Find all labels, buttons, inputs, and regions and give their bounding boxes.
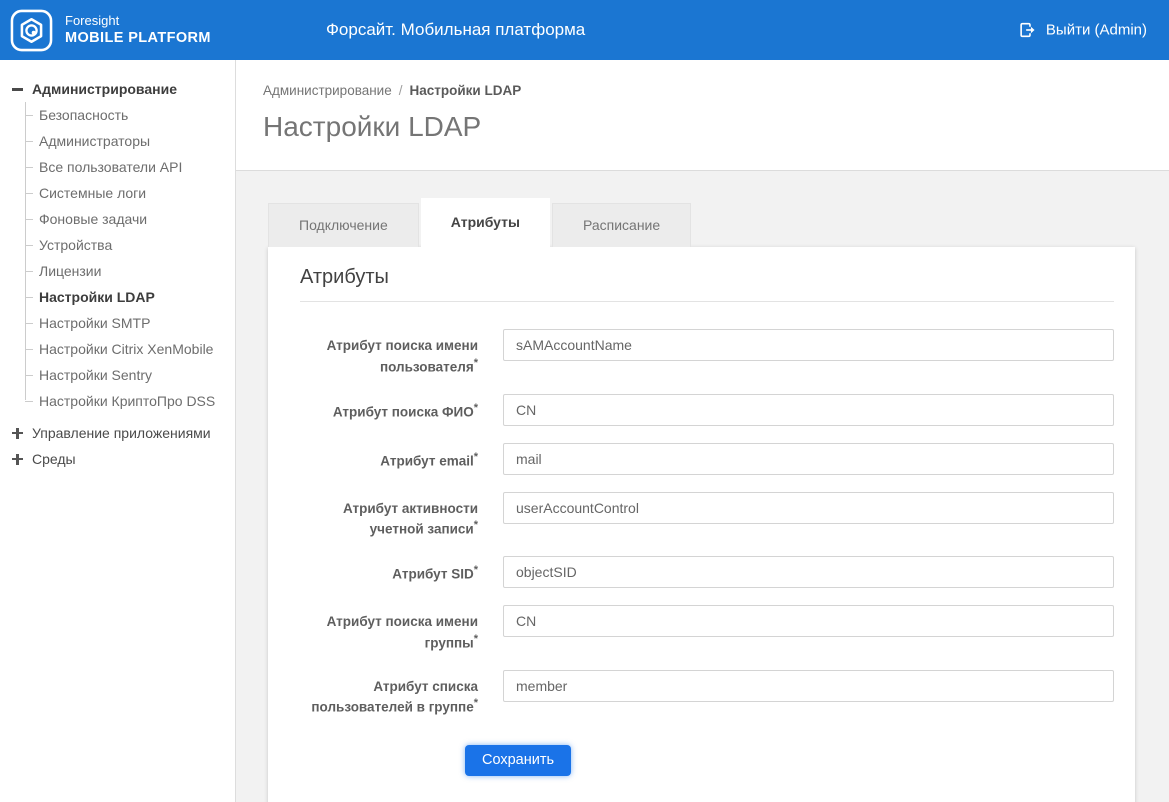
sidebar-item-background-tasks[interactable]: Фоновые задачи	[25, 206, 235, 232]
sidebar-section-label: Среды	[32, 451, 76, 467]
username-attr-label: Атрибут поиска имени пользователя*	[300, 329, 478, 377]
sidebar-item-system-logs[interactable]: Системные логи	[25, 180, 235, 206]
form-row: Атрибут SID*	[300, 556, 1114, 588]
sidebar-section-app-management[interactable]: Управление приложениями	[0, 420, 235, 446]
tab-schedule[interactable]: Расписание	[552, 203, 691, 247]
required-marker: *	[474, 633, 478, 645]
required-marker: *	[474, 564, 478, 576]
sidebar-nav: Администрирование Безопасность Администр…	[0, 60, 236, 802]
sid-attr-input[interactable]	[503, 556, 1114, 588]
breadcrumb: Администрирование / Настройки LDAP	[263, 83, 1169, 98]
account-activity-attr-label: Атрибут активности учетной записи*	[300, 492, 478, 540]
attributes-card: Атрибуты Атрибут поиска имени пользовате…	[268, 247, 1135, 802]
tab-connection[interactable]: Подключение	[268, 203, 419, 247]
required-marker: *	[474, 519, 478, 531]
sidebar-section-environments[interactable]: Среды	[0, 446, 235, 472]
brand-text: Foresight MOBILE PLATFORM	[65, 13, 211, 47]
form-row: Атрибут email*	[300, 443, 1114, 475]
sidebar-item-devices[interactable]: Устройства	[25, 232, 235, 258]
brand-product: MOBILE PLATFORM	[65, 29, 211, 47]
sidebar-section-label: Администрирование	[32, 81, 177, 97]
sidebar-item-ldap-settings[interactable]: Настройки LDAP	[25, 284, 235, 310]
brand-logo[interactable]: Foresight MOBILE PLATFORM	[10, 9, 211, 52]
sidebar-item-smtp-settings[interactable]: Настройки SMTP	[25, 310, 235, 336]
breadcrumb-ldap-settings: Настройки LDAP	[410, 83, 522, 98]
top-header: Foresight MOBILE PLATFORM Форсайт. Мобил…	[0, 0, 1169, 60]
sidebar-section-label: Управление приложениями	[32, 425, 211, 441]
logout-icon	[1018, 21, 1037, 40]
required-marker: *	[474, 357, 478, 369]
sidebar-item-administrators[interactable]: Администраторы	[25, 128, 235, 154]
sidebar-children: Безопасность Администраторы Все пользова…	[25, 102, 235, 414]
brand-name: Foresight	[65, 13, 211, 29]
group-members-attr-input[interactable]	[503, 670, 1114, 702]
fullname-attr-input[interactable]	[503, 394, 1114, 426]
form-row: Атрибут поиска ФИО*	[300, 394, 1114, 426]
sidebar-item-cryptopro-settings[interactable]: Настройки КриптоПро DSS	[25, 388, 235, 414]
logout-label: Выйти (Admin)	[1046, 22, 1147, 39]
breadcrumb-separator: /	[399, 83, 403, 98]
form-row: Атрибут поиска имени пользователя*	[300, 329, 1114, 377]
required-marker: *	[474, 697, 478, 709]
page-title: Настройки LDAP	[263, 111, 1169, 143]
form-row: Атрибут поиска имени группы*	[300, 605, 1114, 653]
sid-attr-label: Атрибут SID*	[300, 556, 478, 584]
form-row: Атрибут списка пользователей в группе*	[300, 670, 1114, 718]
sidebar-section-administration[interactable]: Администрирование	[0, 76, 235, 102]
email-attr-input[interactable]	[503, 443, 1114, 475]
sidebar-item-api-users[interactable]: Все пользователи API	[25, 154, 235, 180]
expand-plus-icon[interactable]	[12, 428, 23, 439]
app-title: Форсайт. Мобильная платформа	[326, 20, 585, 40]
group-name-attr-input[interactable]	[503, 605, 1114, 637]
account-activity-attr-input[interactable]	[503, 492, 1114, 524]
section-title: Атрибуты	[300, 266, 1114, 302]
tab-attributes[interactable]: Атрибуты	[421, 198, 550, 247]
username-attr-input[interactable]	[503, 329, 1114, 361]
form-row: Атрибут активности учетной записи*	[300, 492, 1114, 540]
save-button[interactable]: Сохранить	[465, 745, 571, 776]
collapse-minus-icon[interactable]	[12, 84, 23, 95]
required-marker: *	[474, 402, 478, 414]
main-content: Администрирование / Настройки LDAP Настр…	[236, 60, 1169, 802]
group-name-attr-label: Атрибут поиска имени группы*	[300, 605, 478, 653]
sidebar-item-security[interactable]: Безопасность	[25, 102, 235, 128]
sidebar-item-citrix-settings[interactable]: Настройки Citrix XenMobile	[25, 336, 235, 362]
required-marker: *	[474, 451, 478, 463]
sidebar-item-licenses[interactable]: Лицензии	[25, 258, 235, 284]
breadcrumb-administration[interactable]: Администрирование	[263, 83, 392, 98]
fullname-attr-label: Атрибут поиска ФИО*	[300, 394, 478, 422]
group-members-attr-label: Атрибут списка пользователей в группе*	[300, 670, 478, 718]
tab-strip: Подключение Атрибуты Расписание	[268, 198, 1169, 247]
expand-plus-icon[interactable]	[12, 454, 23, 465]
sidebar-item-sentry-settings[interactable]: Настройки Sentry	[25, 362, 235, 388]
logout-button[interactable]: Выйти (Admin)	[1018, 21, 1147, 40]
email-attr-label: Атрибут email*	[300, 443, 478, 471]
page-head: Администрирование / Настройки LDAP Настр…	[236, 60, 1169, 171]
foresight-logo-icon	[10, 9, 53, 52]
